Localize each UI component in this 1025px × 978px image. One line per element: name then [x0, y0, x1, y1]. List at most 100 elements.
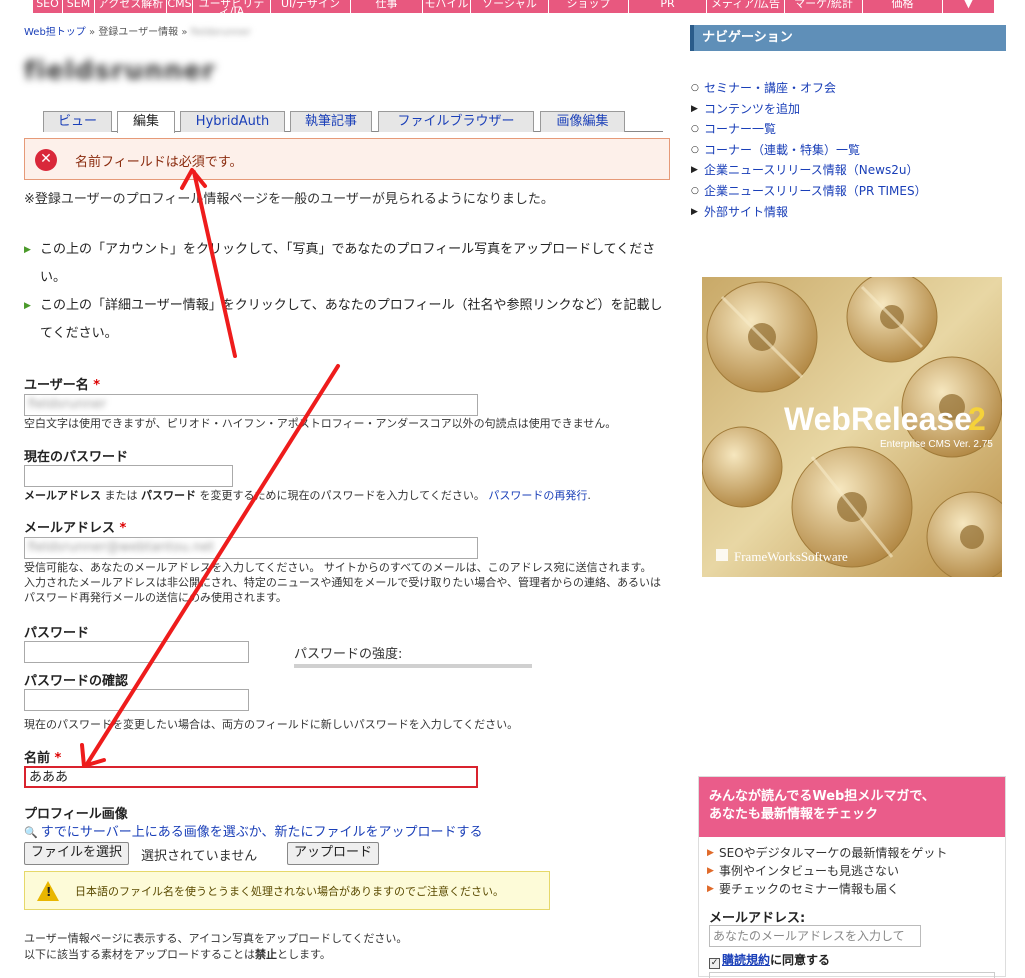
breadcrumb-separator: »	[89, 27, 96, 38]
breadcrumb: Web担トップ » 登録ユーザー情報 » fieldsrunner	[24, 23, 251, 38]
tab-image-edit[interactable]: 画像編集	[540, 111, 625, 132]
navigation-item: ○ コーナー（連載・特集）一覧	[690, 140, 927, 161]
name-field[interactable]: あああ	[24, 766, 478, 788]
password-confirm-description: 現在のパスワードを変更したい場合は、両方のフィールドに新しいパスワードを入力して…	[24, 718, 519, 731]
navigation-link[interactable]: コーナー（連載・特集）一覧	[704, 143, 860, 157]
triangle-bullet-icon: ▶	[691, 206, 698, 217]
upload-footnote: ユーザー情報ページに表示する、アイコン写真をアップロードしてください。 以下に該…	[24, 931, 407, 963]
instruction-text: この上の「詳細ユーザー情報」をクリックして、あなたのプロフィール（社名や参照リン…	[40, 298, 663, 341]
banner-version: 2	[968, 401, 986, 437]
tab-hybridauth[interactable]: HybridAuth	[180, 111, 285, 132]
username-label: ユーザー名 *	[24, 378, 101, 393]
error-x-icon: ✕	[35, 149, 57, 171]
topnav-item[interactable]: 価格	[863, 0, 943, 13]
topnav-item[interactable]: モバイル	[423, 0, 471, 13]
navigation-item: ▶ コンテンツを追加	[690, 99, 927, 120]
navigation-link[interactable]: 外部サイト情報	[704, 205, 788, 219]
navigation-item: ▶ 外部サイト情報	[690, 202, 927, 223]
circle-bullet-icon: ○	[691, 124, 699, 135]
password-label: パスワード	[24, 626, 90, 641]
navigation-link[interactable]: 企業ニュースリリース情報（News2u）	[704, 163, 918, 177]
password-confirm-label: パスワードの確認	[24, 674, 129, 689]
topnav-item[interactable]: ソーシャル	[471, 0, 549, 13]
navigation-link[interactable]: セミナー・講座・オフ会	[704, 81, 836, 95]
password-strength: パスワードの強度:	[294, 643, 532, 668]
navigation-item: ▶ 企業ニュースリリース情報（News2u）	[690, 160, 927, 181]
image-browse-link[interactable]: すでにサーバー上にある画像を選ぶか、新たにファイルをアップロードする	[41, 825, 483, 840]
topnav-more[interactable]: ▼	[943, 0, 995, 13]
arrow-head-icon	[80, 743, 106, 768]
breadcrumb-section: 登録ユーザー情報	[98, 27, 179, 38]
orange-arrow-icon: ▶	[707, 884, 714, 894]
topnav-item[interactable]: SEO	[33, 0, 63, 13]
topnav-item[interactable]: ユーザビリティ/IA	[193, 0, 271, 13]
password-field[interactable]	[24, 641, 249, 663]
tab-view[interactable]: ビュー	[43, 111, 112, 132]
current-password-field[interactable]	[24, 465, 233, 487]
newsletter-box: みんなが読んでるWeb担メルマガで、 あなたも最新情報をチェック ▶ SEOやデジ…	[698, 776, 1006, 978]
topnav-item[interactable]: アクセス解析	[95, 0, 167, 13]
navigation-list: ○ セミナー・講座・オフ会 ▶ コンテンツを追加 ○ コーナー一覧 ○ コーナー（連載・特集）…	[690, 78, 927, 222]
password-reset-link[interactable]: パスワードの再発行	[488, 489, 587, 502]
password-confirm-field[interactable]	[24, 689, 249, 711]
webrelease-banner[interactable]: WebRelease 2 Enterprise CMS Ver. 2.75 Fr…	[702, 277, 1002, 577]
navigation-link[interactable]: コーナー一覧	[704, 122, 776, 136]
newsletter-email-input[interactable]: あなたのメールアドレスを入力して	[709, 925, 921, 947]
triangle-bullet-icon: ▶	[24, 245, 31, 255]
error-message-text: 名前フィールドは必須です。	[75, 155, 243, 170]
footnote-line: 以下に該当する素材をアップロードすることは禁止とします。	[24, 948, 331, 961]
breadcrumb-separator: »	[181, 27, 188, 38]
username-field[interactable]: fieldsrunner	[24, 394, 478, 416]
circle-bullet-icon: ○	[691, 185, 699, 196]
choose-file-button[interactable]: ファイルを選択	[24, 842, 130, 865]
newsletter-benefit: ▶ 要チェックのセミナー情報も届く	[707, 882, 900, 896]
no-file-text: 選択されていません	[141, 849, 258, 864]
banner-subtitle: Enterprise CMS Ver. 2.75	[880, 439, 993, 450]
triangle-bullet-icon: ▶	[691, 165, 698, 176]
newsletter-submit-edge	[709, 972, 995, 978]
newsletter-benefit: ▶ SEOやデジタルマーケの最新情報をゲット	[707, 846, 948, 860]
tab-file-browser[interactable]: ファイルブラウザー	[378, 111, 534, 132]
triangle-bullet-icon: ▶	[691, 103, 698, 114]
name-label: 名前 *	[24, 751, 62, 766]
newsletter-header: みんなが読んでるWeb担メルマガで、 あなたも最新情報をチェック	[699, 777, 1005, 837]
password-strength-label: パスワードの強度:	[294, 647, 403, 662]
password-strength-bar	[294, 664, 532, 668]
error-message-box: ✕ 名前フィールドは必須です。	[24, 138, 670, 180]
topnav-item[interactable]: ショップ	[549, 0, 629, 13]
instruction-text: この上の「アカウント」をクリックして、「写真」であなたのプロフィール写真をアップ…	[40, 242, 656, 285]
navigation-link[interactable]: 企業ニュースリリース情報（PR TIMES）	[704, 184, 927, 198]
upload-button[interactable]: アップロード	[287, 842, 380, 865]
orange-arrow-icon: ▶	[707, 848, 714, 858]
username-description: 空白文字は使用できますが、ピリオド・ハイフン・アポストロフィー・アンダースコア以…	[24, 417, 617, 430]
circle-bullet-icon: ○	[691, 144, 699, 155]
profile-notice: ※登録ユーザーのプロフィール情報ページを一般のユーザーが見られるようになりました…	[24, 192, 554, 207]
topnav-item[interactable]: PR	[629, 0, 707, 13]
topnav-item[interactable]: UI/デザイン	[271, 0, 351, 13]
footnote-line: ユーザー情報ページに表示する、アイコン写真をアップロードしてください。	[24, 932, 408, 945]
newsletter-benefits: ▶ SEOやデジタルマーケの最新情報をゲット ▶ 事例やインタビューも見逃さない ▶…	[707, 844, 947, 898]
email-description: 受信可能な、あなたのメールアドレスを入力してください。 サイトからのすべてのメー…	[24, 561, 662, 604]
topnav-item[interactable]: 仕事	[351, 0, 423, 13]
instruction-list: ▶ この上の「アカウント」をクリックして、「写真」であなたのプロフィール写真をア…	[24, 236, 674, 348]
navigation-heading: ナビゲーション	[690, 25, 1006, 51]
topnav-item[interactable]: マーケ/統計	[785, 0, 863, 13]
filename-warning-box: 日本語のファイル名を使うとうまく処理されない場合がありますのでご注意ください。	[24, 871, 550, 910]
circle-bullet-icon: ○	[691, 83, 699, 93]
navigation-item: ○ コーナー一覧	[690, 119, 927, 140]
newsletter-email-label: メールアドレス:	[709, 911, 806, 926]
topnav-item[interactable]: CMS	[167, 0, 193, 13]
tab-edit[interactable]: 編集	[117, 111, 175, 133]
navigation-link[interactable]: コンテンツを追加	[704, 102, 800, 116]
topnav-item[interactable]: メディア/広告	[707, 0, 785, 13]
terms-link[interactable]: 購読規約	[722, 953, 770, 967]
agree-checkbox[interactable]: ✓	[709, 958, 720, 969]
tab-articles[interactable]: 執筆記事	[290, 111, 372, 132]
breadcrumb-home-link[interactable]: Web担トップ	[24, 27, 86, 38]
newsletter-agree: ✓ 購読規約に同意する	[709, 953, 831, 969]
email-field[interactable]: fieldsrunner@webtantou.net	[24, 537, 478, 559]
banner-company: FrameWorksSoftware	[734, 549, 848, 564]
newsletter-benefit: ▶ 事例やインタビューも見逃さない	[707, 864, 900, 878]
filename-warning-text: 日本語のファイル名を使うとうまく処理されない場合がありますのでご注意ください。	[75, 885, 504, 898]
topnav-item[interactable]: SEM	[63, 0, 95, 13]
